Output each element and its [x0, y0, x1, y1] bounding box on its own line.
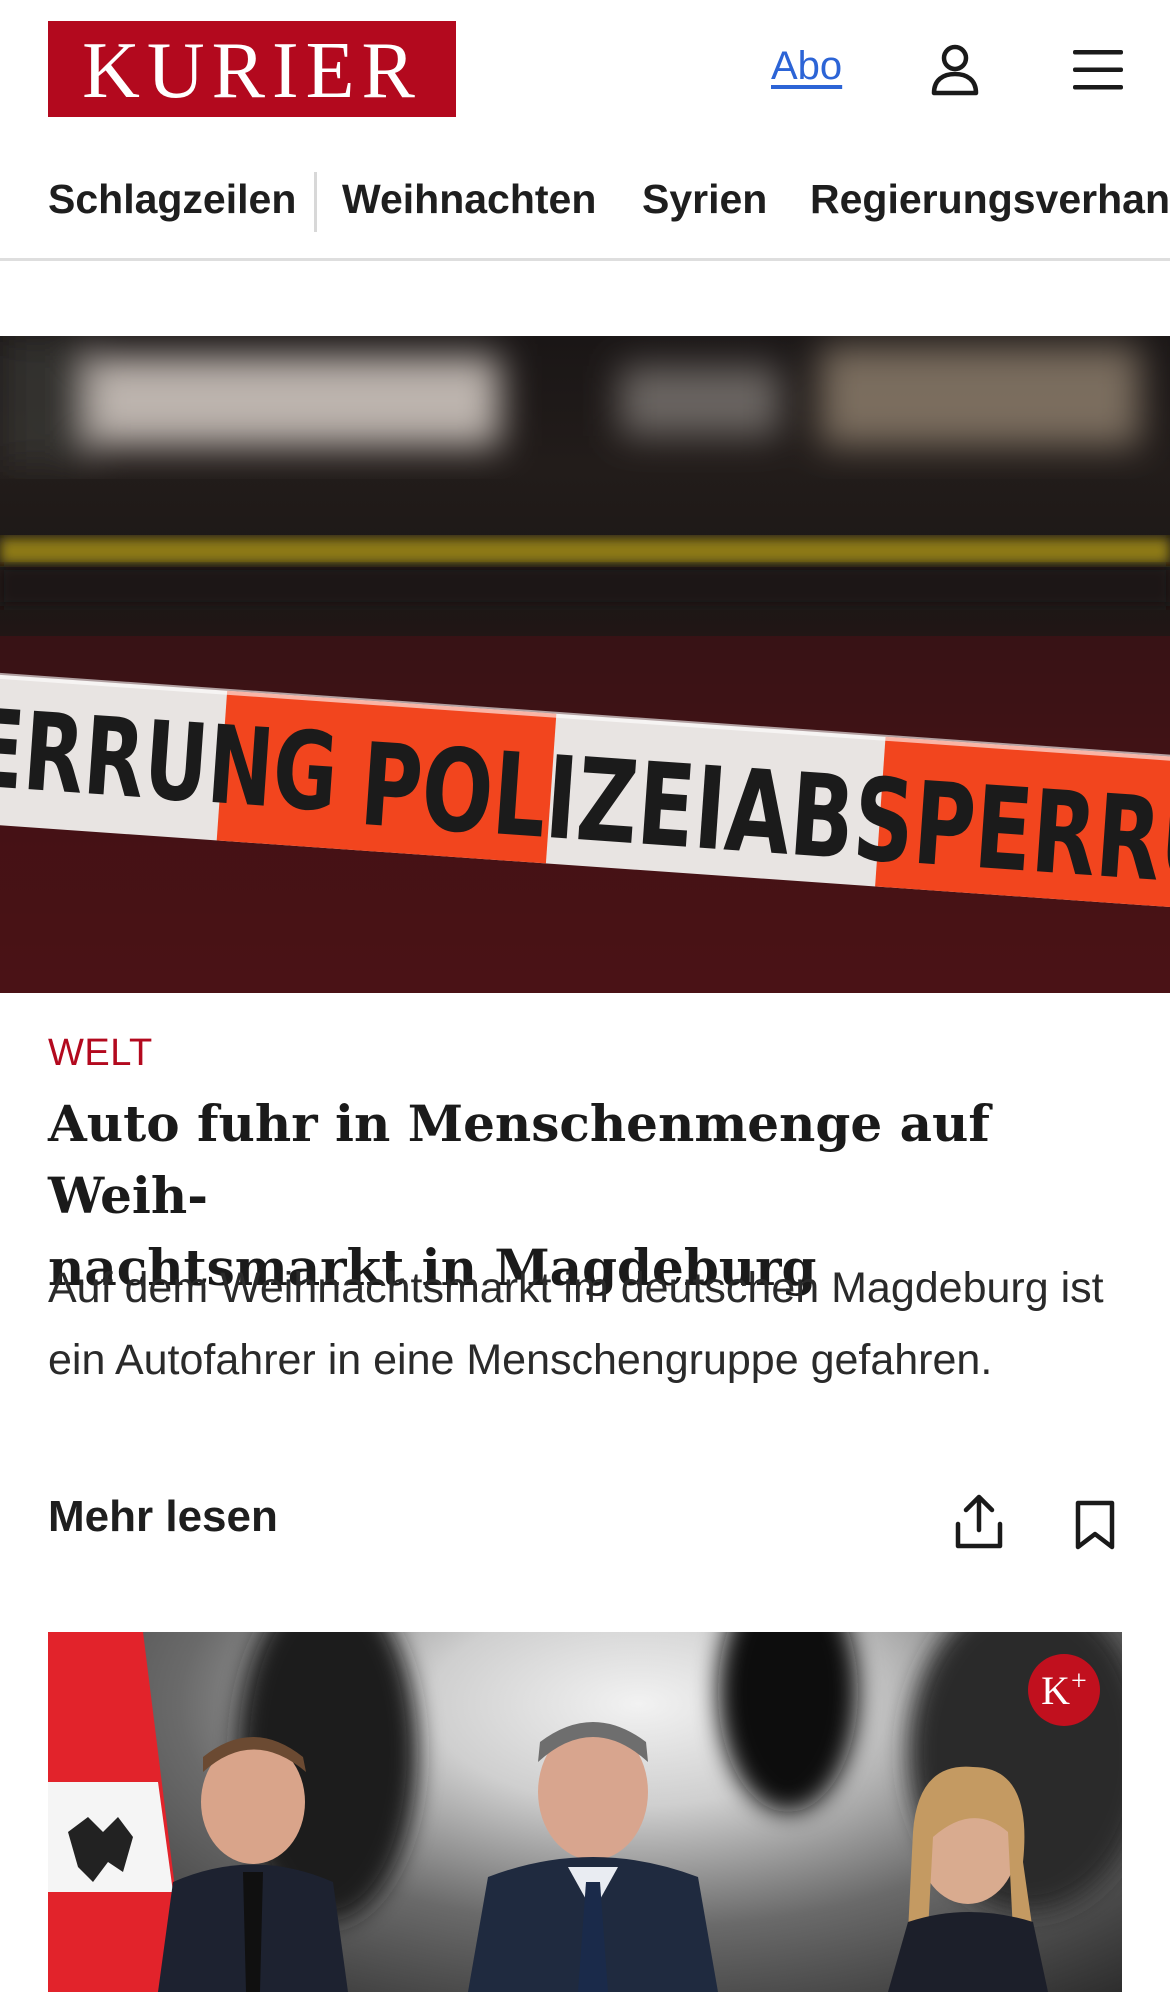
- second-article-image[interactable]: K +: [48, 1632, 1122, 1992]
- headline-line-1: Auto fuhr in Menschenmenge auf Weih-: [48, 1094, 990, 1225]
- bookmark-icon[interactable]: [1074, 1500, 1116, 1550]
- nav-item-syrien[interactable]: Syrien: [642, 176, 767, 223]
- abo-link[interactable]: Abo: [771, 44, 842, 89]
- nav-item-weihnachten[interactable]: Weihnachten: [342, 176, 596, 223]
- kurier-logo[interactable]: KURIER: [48, 21, 456, 117]
- nav-item-schlagzeilen[interactable]: Schlagzeilen: [48, 176, 296, 223]
- menu-icon[interactable]: [1072, 48, 1124, 92]
- topic-navigation: Schlagzeilen Weihnachten Syrien Regierun…: [0, 160, 1170, 260]
- article-teaser: Auf dem Weihnachtsmarkt im deutschen Mag…: [48, 1264, 1104, 1384]
- share-icon[interactable]: [954, 1494, 1004, 1550]
- read-more-link[interactable]: Mehr lesen: [48, 1492, 278, 1542]
- article-category[interactable]: WELT: [48, 1032, 153, 1075]
- nav-item-regierungsverhandlungen[interactable]: Regierungsverhand: [810, 176, 1170, 223]
- logo-text: KURIER: [82, 27, 422, 115]
- site-header: KURIER Abo: [0, 0, 1170, 138]
- kurier-plus-badge: K +: [1028, 1654, 1100, 1726]
- badge-plus: +: [1071, 1666, 1087, 1697]
- police-tape-photo: ERRUNG POLIZEIABSPERRUNG: [0, 336, 1170, 993]
- nav-border: [0, 258, 1170, 261]
- badge-letter: K: [1041, 1667, 1071, 1713]
- user-icon[interactable]: [930, 44, 980, 96]
- tape-text-left: ERRUNG: [0, 687, 342, 837]
- hero-image[interactable]: ERRUNG POLIZEIABSPERRUNG: [0, 336, 1170, 993]
- press-conference-photo: [48, 1632, 1122, 1992]
- nav-divider: [314, 172, 317, 232]
